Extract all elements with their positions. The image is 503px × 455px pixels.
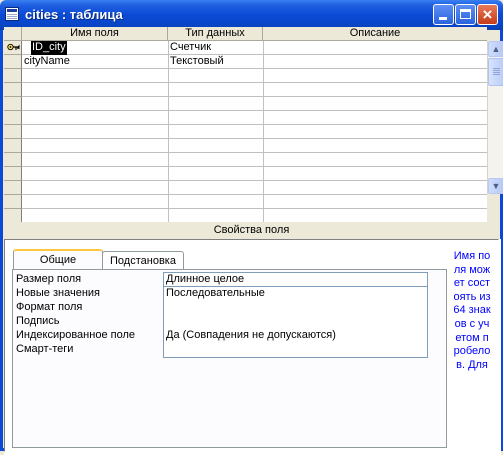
scroll-up-button[interactable]: ▲	[488, 41, 503, 57]
row-selector[interactable]	[4, 209, 22, 222]
title-bar[interactable]: cities : таблица ×	[0, 0, 503, 30]
data-type-cell[interactable]: Текстовый	[168, 55, 224, 69]
property-label: Новые значения	[16, 287, 101, 299]
grid-corner	[4, 27, 22, 41]
general-tab-panel: Размер поля Длинное целое Новые значения По…	[12, 269, 447, 448]
property-value-field[interactable]	[163, 301, 428, 316]
property-label: Подпись	[16, 315, 60, 327]
help-text: Имя поля может состоять из 64 знаков с у…	[453, 250, 491, 371]
table-row[interactable]	[22, 195, 487, 209]
row-selector[interactable]	[4, 69, 22, 83]
column-header-data-type[interactable]: Тип данных	[168, 27, 263, 41]
row-selector[interactable]	[4, 55, 22, 69]
field-properties-title: Свойства поля	[213, 224, 290, 236]
column-divider	[263, 41, 264, 222]
window-title: cities : таблица	[25, 7, 123, 22]
column-header-field-name[interactable]: Имя поля	[22, 27, 168, 41]
minimize-icon	[439, 17, 447, 20]
maximize-icon	[460, 9, 471, 19]
table-row[interactable]	[22, 41, 487, 55]
grid-vertical-scrollbar[interactable]: ▲ ▼	[487, 41, 503, 194]
window-frame: Имя поля Тип данных Описание ID_city Сче…	[0, 27, 503, 455]
window-content: Имя поля Тип данных Описание ID_city Сче…	[3, 27, 503, 455]
row-selector[interactable]	[4, 153, 22, 167]
help-panel: Имя поля может состоять из 64 знаков с у…	[453, 250, 491, 448]
table-row[interactable]	[22, 181, 487, 195]
minimize-button[interactable]	[433, 4, 454, 25]
field-name-cell-selected[interactable]: ID_city	[31, 41, 67, 55]
field-name-cell[interactable]: cityName	[22, 55, 70, 69]
table-row[interactable]	[22, 139, 487, 153]
property-value-field[interactable]	[163, 315, 428, 330]
close-icon: ×	[482, 5, 493, 24]
table-icon[interactable]	[5, 7, 19, 21]
table-row[interactable]	[22, 125, 487, 139]
property-value-field[interactable]: Последовательные	[163, 287, 428, 302]
table-row[interactable]	[22, 167, 487, 181]
property-label: Индексированное поле	[16, 329, 135, 341]
scroll-down-button[interactable]: ▼	[488, 178, 503, 194]
row-selector[interactable]	[4, 111, 22, 125]
table-row[interactable]	[22, 69, 487, 83]
table-row[interactable]	[22, 55, 487, 69]
property-value-field[interactable]	[163, 343, 428, 358]
row-selector[interactable]	[4, 125, 22, 139]
row-selector[interactable]	[4, 139, 22, 153]
row-selector[interactable]	[4, 83, 22, 97]
row-selector[interactable]	[4, 181, 22, 195]
row-selector[interactable]	[4, 97, 22, 111]
table-row[interactable]	[22, 111, 487, 125]
row-selector[interactable]	[4, 167, 22, 181]
property-label: Размер поля	[16, 273, 82, 285]
property-value-field[interactable]: Длинное целое	[163, 272, 428, 287]
property-label: Формат поля	[16, 301, 83, 313]
field-properties-pane: Подстановка Общие Размер поля Длинное цел…	[4, 239, 501, 455]
field-grid[interactable]: Имя поля Тип данных Описание ID_city Сче…	[4, 27, 487, 222]
row-selector[interactable]	[4, 195, 22, 209]
maximize-button[interactable]	[455, 4, 476, 25]
data-type-cell[interactable]: Счетчик	[168, 41, 211, 55]
scroll-thumb[interactable]	[488, 58, 503, 86]
property-label: Смарт-теги	[16, 343, 74, 355]
table-row[interactable]	[22, 97, 487, 111]
close-button[interactable]: ×	[477, 4, 498, 25]
tab-lookup[interactable]: Подстановка	[102, 251, 184, 270]
property-value-field[interactable]: Да (Совпадения не допускаются)	[163, 329, 428, 344]
primary-key-icon	[7, 43, 20, 51]
table-row[interactable]	[22, 153, 487, 167]
column-header-description[interactable]: Описание	[263, 27, 487, 41]
table-row[interactable]	[22, 209, 487, 222]
tab-general[interactable]: Общие	[13, 249, 103, 270]
table-row[interactable]	[22, 83, 487, 97]
